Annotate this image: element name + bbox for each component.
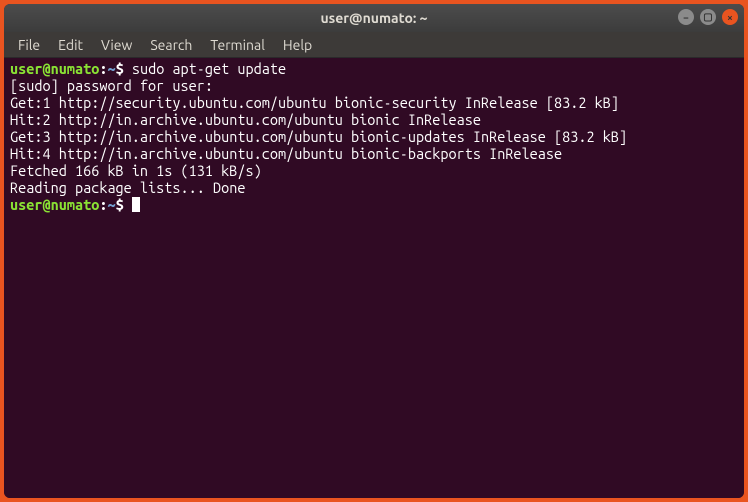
terminal-line: user@numato:~$ <box>10 196 738 213</box>
maximize-icon: ▢ <box>703 11 712 23</box>
window-title: user@numato: ~ <box>320 10 427 26</box>
close-button[interactable]: × <box>722 9 738 25</box>
terminal-line: Fetched 166 kB in 1s (131 kB/s) <box>10 162 738 179</box>
terminal-line: user@numato:~$ sudo apt-get update <box>10 60 738 77</box>
maximize-button[interactable]: ▢ <box>700 9 716 25</box>
minimize-button[interactable]: − <box>678 9 694 25</box>
prompt-path: ~ <box>107 60 115 77</box>
terminal-line: Get:1 http://security.ubuntu.com/ubuntu … <box>10 94 738 111</box>
prompt-dollar: $ <box>116 196 132 213</box>
menu-terminal[interactable]: Terminal <box>202 35 273 55</box>
prompt-path: ~ <box>107 196 115 213</box>
terminal-line: Hit:2 http://in.archive.ubuntu.com/ubunt… <box>10 111 738 128</box>
terminal-line: Get:3 http://in.archive.ubuntu.com/ubunt… <box>10 128 738 145</box>
titlebar: user@numato: ~ − ▢ × <box>4 4 744 32</box>
prompt-user: user@numato <box>10 196 99 213</box>
cursor-icon <box>132 197 140 212</box>
menu-edit[interactable]: Edit <box>50 35 91 55</box>
close-icon: × <box>727 12 733 23</box>
terminal-window: user@numato: ~ − ▢ × File Edit View Sear… <box>4 4 744 498</box>
window-controls: − ▢ × <box>678 9 738 25</box>
menu-file[interactable]: File <box>10 35 48 55</box>
prompt-user: user@numato <box>10 60 99 77</box>
menu-search[interactable]: Search <box>142 35 200 55</box>
minimize-icon: − <box>683 12 689 23</box>
menu-view[interactable]: View <box>93 35 140 55</box>
command-text: sudo apt-get update <box>132 60 286 77</box>
terminal-line: [sudo] password for user: <box>10 77 738 94</box>
terminal-line: Reading package lists... Done <box>10 179 738 196</box>
prompt-dollar: $ <box>116 60 132 77</box>
terminal-line: Hit:4 http://in.archive.ubuntu.com/ubunt… <box>10 145 738 162</box>
menubar: File Edit View Search Terminal Help <box>4 32 744 58</box>
menu-help[interactable]: Help <box>275 35 320 55</box>
terminal-body[interactable]: user@numato:~$ sudo apt-get update[sudo]… <box>4 58 744 498</box>
